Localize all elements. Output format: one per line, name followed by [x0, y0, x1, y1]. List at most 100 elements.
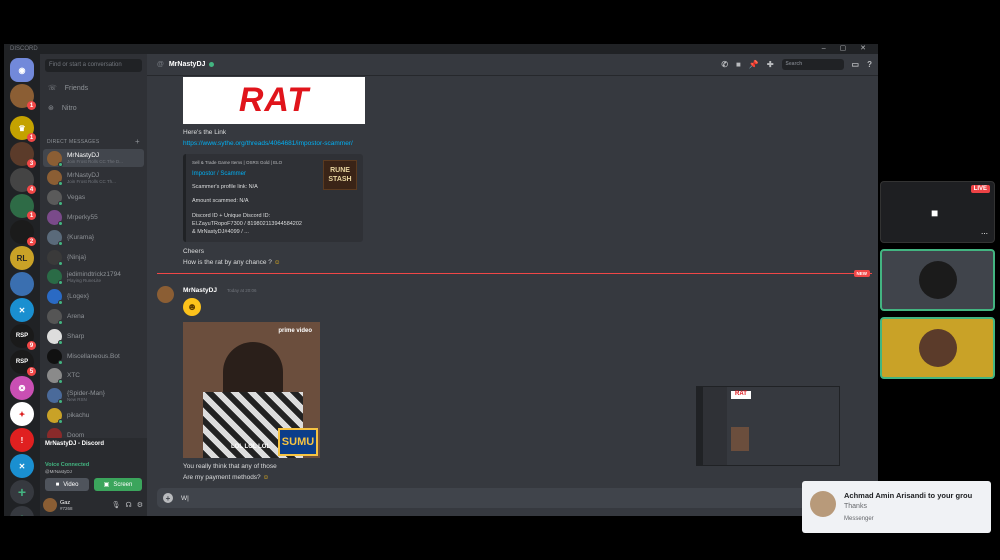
new-badge: NEW	[853, 270, 870, 277]
dm-name: {Spider-Man}	[67, 389, 105, 397]
dm-item[interactable]: {Kurama}	[43, 228, 144, 246]
dm-item[interactable]: XTC	[43, 367, 144, 385]
dm-item[interactable]: jedimindtrickz1794 Playing RuneLite	[43, 268, 144, 286]
channel-header: @ MrNastyDJ ✆ ■ 📌 ✚ Search ▭ ?	[147, 54, 878, 76]
avatar[interactable]	[43, 498, 57, 512]
screen-share-button[interactable]: ▣ Screen	[94, 478, 142, 491]
avatar	[47, 170, 63, 187]
reaction-gif[interactable]: prime video LOL LOL LOL SUMU	[183, 322, 320, 458]
dm-item[interactable]: {Spider-Man} New RSN	[43, 387, 144, 405]
channel-name: MrNastyDJ	[168, 61, 206, 68]
grin-emoji-icon: ☻	[183, 298, 201, 316]
embed-line: El.ZayuTRopoF7300 / 819802113944584202	[192, 221, 302, 227]
microphone-icon[interactable]: 🎙	[112, 501, 121, 509]
new-dm-icon[interactable]: +	[135, 137, 140, 146]
dm-item[interactable]: MrNastyDJ Join Frost Rolls CC The D...	[43, 149, 144, 167]
call-icon[interactable]: ✆	[721, 60, 728, 69]
pin-icon[interactable]: 📌	[749, 60, 759, 69]
avatar	[919, 261, 957, 299]
dm-name: MrNastyDJ	[67, 171, 100, 179]
dm-item[interactable]: {Ninja}	[43, 248, 144, 266]
gif-logo: SUMU	[278, 428, 318, 456]
server-icon[interactable]: !	[10, 428, 34, 452]
dm-item[interactable]: Miscellaneous.Bot	[43, 347, 144, 365]
home-icon[interactable]: ◉	[10, 58, 34, 82]
search-input[interactable]: Search	[781, 59, 844, 70]
stream-tile[interactable]: LIVE ■ ⋯	[880, 181, 995, 243]
embed-title[interactable]: Impostor / Scammer	[192, 171, 246, 177]
dm-item[interactable]: Sharp	[43, 327, 144, 345]
dm-item[interactable]: Mrperky55	[43, 208, 144, 226]
voice-connected-label[interactable]: Voice Connected	[45, 462, 89, 468]
inbox-icon[interactable]: ▭	[852, 60, 860, 69]
avatar[interactable]	[157, 286, 174, 303]
server-icon[interactable]: 4	[10, 168, 36, 194]
dm-item[interactable]: pikachu	[43, 406, 144, 424]
headphones-icon[interactable]: ☊	[126, 501, 132, 509]
add-server-icon[interactable]: +	[10, 480, 34, 504]
server-icon[interactable]: 1	[10, 84, 36, 110]
avatar	[47, 328, 63, 345]
message-input[interactable]: + W|	[157, 488, 872, 508]
smile-emoji-icon: ☺	[262, 474, 270, 481]
help-icon[interactable]: ?	[867, 60, 872, 69]
embed-thumbnail[interactable]: RUNE STASH	[323, 160, 357, 190]
video-button[interactable]: ■ Video	[45, 478, 89, 491]
dm-name: jedimindtrickz1794	[67, 270, 121, 278]
dm-status: Join Frost Rolls CC Th...	[67, 178, 116, 184]
dm-item[interactable]: {Logex}	[43, 288, 144, 306]
dm-name: Vegas	[67, 194, 86, 202]
explore-icon[interactable]: ◎	[10, 506, 34, 516]
server-icon[interactable]: 1	[10, 194, 36, 220]
avatar	[47, 229, 63, 246]
dm-search-input[interactable]: Find or start a conversation	[45, 59, 142, 72]
friends-nav[interactable]: ☏ Friends	[48, 84, 88, 93]
dm-sidebar: Find or start a conversation ☏ Friends ⊛ N…	[40, 54, 147, 516]
notification-body: Thanks	[844, 503, 867, 510]
server-icon[interactable]: ♛ 1	[10, 116, 36, 142]
dm-section-header: DIRECT MESSAGES +	[47, 137, 140, 146]
dm-item[interactable]: Arena	[43, 307, 144, 325]
add-friend-icon[interactable]: ✚	[767, 60, 774, 69]
server-icon[interactable]: 3	[10, 142, 36, 168]
avatar	[919, 329, 957, 367]
server-icon[interactable]: ✦	[10, 402, 34, 426]
server-icon[interactable]: ❂	[10, 376, 34, 400]
dm-item[interactable]: MrNastyDJ Join Frost Rolls CC Th...	[43, 169, 144, 187]
dm-name: {Logex}	[67, 293, 90, 301]
participant-tile[interactable]	[880, 317, 995, 379]
server-icon[interactable]: RL	[10, 246, 34, 270]
embed-site: Sell & Trade Game Items | OSRS Gold | EL…	[192, 160, 283, 165]
server-icon[interactable]: RSP 9	[10, 324, 36, 350]
server-icon[interactable]: RSP 5	[10, 350, 36, 376]
dm-status: New RSN	[67, 396, 87, 402]
video-call-icon[interactable]: ■	[736, 60, 741, 69]
message-link[interactable]: https://www.sythe.org/threads/4064681/im…	[183, 140, 353, 147]
smile-emoji-icon: ☺	[273, 259, 281, 266]
messenger-notification[interactable]: Achmad Amin Arisandi to your grou Thanks…	[802, 481, 991, 533]
message-text: How is the rat by any chance ? ☺	[183, 259, 281, 266]
dm-name: Mrperky55	[67, 213, 98, 221]
server-icon[interactable]: ✕	[10, 298, 34, 322]
server-icon[interactable]: ✕	[10, 454, 34, 478]
avatar	[47, 308, 63, 325]
nitro-nav[interactable]: ⊛ Nitro	[48, 104, 77, 113]
avatar	[47, 407, 63, 424]
dm-name: Sharp	[67, 332, 85, 340]
server-icon[interactable]	[10, 272, 34, 296]
notification-title: Achmad Amin Arisandi to your grou	[844, 491, 973, 500]
upload-plus-icon[interactable]: +	[163, 493, 173, 503]
participant-tile[interactable]	[880, 249, 995, 311]
more-icon[interactable]: ⋯	[981, 230, 988, 238]
dm-item[interactable]: Vegas	[43, 189, 144, 207]
app-title: DISCORD	[10, 46, 38, 52]
rat-image[interactable]: RAT	[183, 77, 365, 124]
server-icon[interactable]: 2	[10, 220, 36, 246]
author-name[interactable]: MrNastyDJ	[183, 287, 217, 294]
avatar	[47, 348, 63, 365]
gear-icon[interactable]: ⚙	[137, 501, 143, 509]
window-buttons[interactable]: – ▢ ✕	[822, 44, 872, 54]
screen-share-preview[interactable]: RAT	[696, 386, 840, 466]
dm-name: MrNastyDJ	[67, 152, 100, 159]
at-icon: @	[157, 61, 164, 68]
